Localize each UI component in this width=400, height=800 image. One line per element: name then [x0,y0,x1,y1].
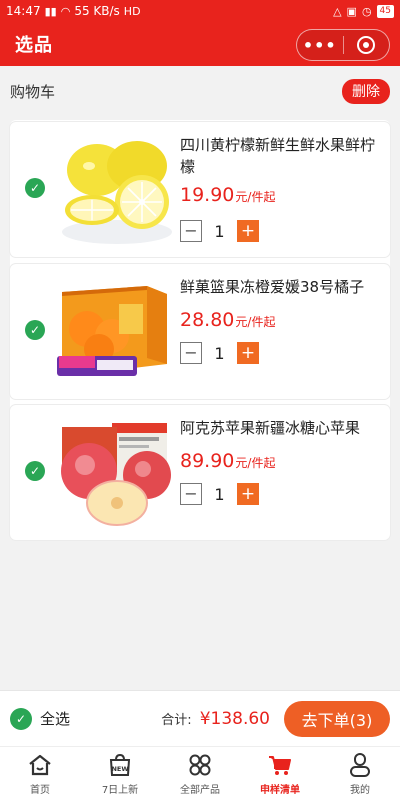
orange-box-image [57,274,172,389]
svg-text:NEW: NEW [111,765,128,773]
price-value: 19.90 [180,184,235,206]
target-icon [357,36,376,54]
quantity-value[interactable]: 1 [202,222,237,241]
grid-icon [189,754,211,775]
quantity-stepper: − 1 + [180,483,259,505]
person-icon [350,752,370,777]
cart-title: 购物车 [10,82,56,101]
page-title: 选品 [15,35,53,56]
tab-label: 我的 [350,784,370,796]
quantity-value[interactable]: 1 [202,485,237,504]
quantity-stepper: − 1 + [180,220,259,242]
product-name[interactable]: 四川黄柠檬新鲜生鲜水果鲜柠檬 [180,134,380,178]
close-miniprogram-button[interactable] [344,30,390,60]
title-bar: 选品 ••• [0,22,400,66]
product-name[interactable]: 鲜菓篮果冻橙爱媛38号橘子 [180,276,380,298]
select-all-toggle[interactable]: ✓ 全选 [10,707,71,730]
lock-icon: ▣ [346,4,357,18]
hd-badge: HD [123,4,141,18]
select-all-check-icon[interactable]: ✓ [10,707,32,730]
total-amount: ¥138.60 [199,708,270,729]
quantity-stepper: − 1 + [180,342,259,364]
battery-icon: 45 [376,4,394,18]
signal-icon: ▮▮ [44,4,57,18]
price-unit: 元/件起 [235,456,276,470]
place-order-button[interactable]: 去下单(3) [284,700,390,737]
more-dots-icon: ••• [302,35,337,55]
tab-sample-list[interactable]: 申样清单 [240,747,320,800]
cart-item-lemon[interactable]: ✓ 四川黄柠檬新鲜生鲜水果鲜柠檬 19.90 元/件起 − 1 + [10,122,390,257]
status-bar: 14:47 ▮▮ ◠ 55 KB/s HD △ ▣ ◷ 45 [0,0,400,22]
tab-bar: 首页 NEW 7日上新 全部产品 申样清单 我的 [0,746,400,800]
status-time: 14:47 [6,4,41,18]
tab-new-arrivals[interactable]: NEW 7日上新 [80,747,160,800]
bell-icon: △ [333,4,342,18]
checkout-bar: ✓ 全选 合计: ¥138.60 去下单(3) [0,690,400,746]
tab-all-products[interactable]: 全部产品 [160,747,240,800]
cart-header: 购物车 删除 [0,66,400,116]
increase-button[interactable]: + [237,483,259,505]
increase-button[interactable]: + [237,342,259,364]
miniprogram-capsule: ••• [296,29,390,61]
new-bag-icon: NEW [109,753,131,776]
product-name[interactable]: 阿克苏苹果新疆冰糖心苹果 [180,417,380,439]
tab-label: 7日上新 [101,784,139,796]
price-value: 89.90 [180,450,235,472]
price-value: 28.80 [180,309,235,331]
tab-label: 全部产品 [180,784,220,796]
home-icon [29,754,51,775]
network-speed: 55 KB/s [74,4,120,18]
tab-home[interactable]: 首页 [0,747,80,800]
tab-profile[interactable]: 我的 [320,747,400,800]
cart-item-orange[interactable]: ✓ 鲜菓篮果冻橙爱媛38号橘子 28.80 元/件起 − 1 + [10,264,390,399]
item-check-icon[interactable]: ✓ [25,320,45,340]
product-price: 89.90 元/件起 [180,450,275,472]
alarm-icon: ◷ [361,4,372,18]
wifi-icon: ◠ [60,4,71,18]
item-check-icon[interactable]: ✓ [25,178,45,198]
decrease-button[interactable]: − [180,483,202,505]
increase-button[interactable]: + [237,220,259,242]
product-price: 19.90 元/件起 [180,184,275,206]
cart-icon [269,755,291,775]
decrease-button[interactable]: − [180,220,202,242]
quantity-value[interactable]: 1 [202,344,237,363]
more-button[interactable]: ••• [297,30,343,60]
tab-label: 首页 [30,784,50,796]
select-all-label: 全选 [40,710,71,728]
price-unit: 元/件起 [235,315,276,329]
delete-button[interactable]: 删除 [342,78,390,104]
total-label: 合计: [161,712,192,728]
apple-image [57,415,172,530]
item-check-icon[interactable]: ✓ [25,461,45,481]
price-unit: 元/件起 [235,190,276,204]
product-price: 28.80 元/件起 [180,309,275,331]
tab-label: 申样清单 [260,784,300,796]
decrease-button[interactable]: − [180,342,202,364]
total-summary: 合计: ¥138.60 [161,709,270,729]
cart-item-apple[interactable]: ✓ 阿克苏苹果新疆冰糖心苹果 89.90 元/件起 − 1 + [10,405,390,540]
lemon-image [57,132,172,247]
